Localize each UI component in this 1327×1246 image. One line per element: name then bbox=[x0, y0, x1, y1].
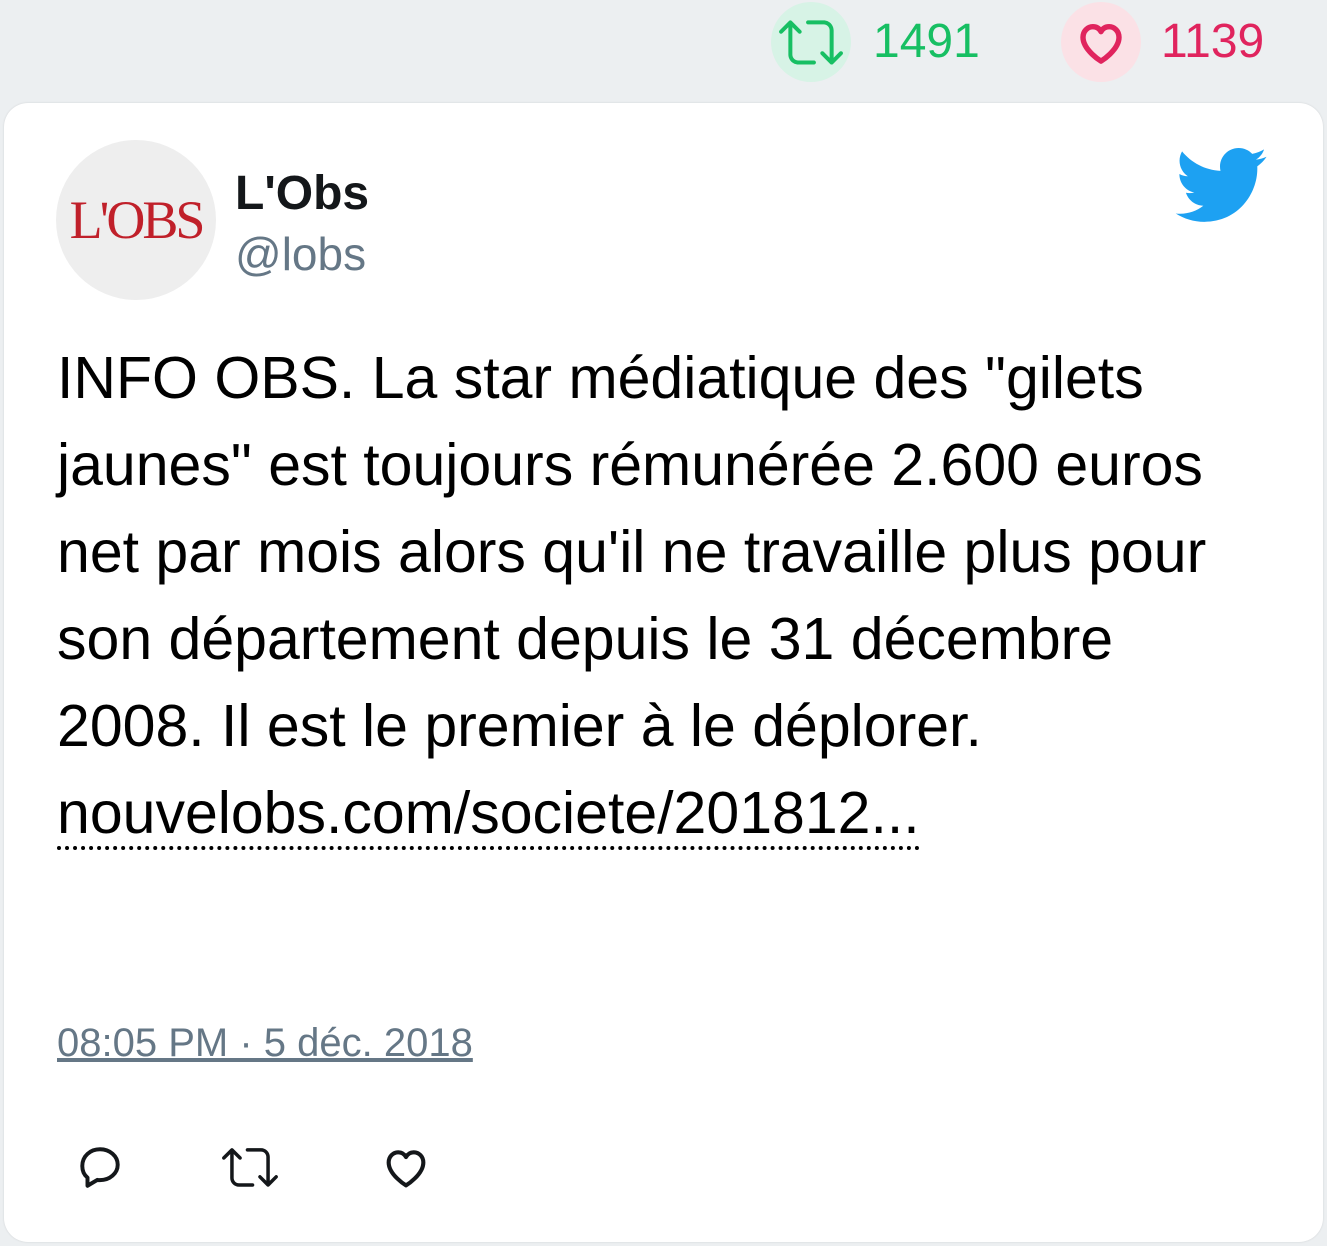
tweet-link[interactable]: nouvelobs.com/societe/201812... bbox=[57, 780, 920, 850]
avatar-logo: L'OBS bbox=[69, 190, 206, 250]
author-name[interactable]: L'Obs bbox=[235, 167, 369, 221]
heart-icon bbox=[386, 1150, 426, 1188]
author-handle[interactable]: @lobs bbox=[235, 227, 366, 281]
tweet-body: INFO OBS. La star médiatique des "gilets… bbox=[57, 335, 1257, 857]
retweet-button[interactable] bbox=[222, 1139, 278, 1195]
retweet-count: 1491 bbox=[873, 15, 980, 68]
retweet-icon bbox=[222, 1148, 278, 1187]
avatar[interactable]: L'OBS bbox=[56, 140, 216, 300]
retweet-count-icon bbox=[771, 2, 851, 82]
reply-button[interactable] bbox=[72, 1139, 128, 1195]
tweet-text: INFO OBS. La star médiatique des "gilets… bbox=[57, 345, 1207, 759]
tweet-card: L'OBS L'Obs @lobs INFO OBS. La star médi… bbox=[4, 103, 1323, 1242]
twitter-bird-icon[interactable] bbox=[1172, 145, 1268, 225]
like-count: 1139 bbox=[1161, 15, 1265, 68]
tweet-timestamp[interactable]: 08:05 PM · 5 déc. 2018 bbox=[57, 1019, 473, 1067]
like-count-icon bbox=[1061, 2, 1141, 82]
like-button[interactable] bbox=[378, 1139, 434, 1195]
tweet-stats-bar: 1491 1139 bbox=[0, 0, 1327, 100]
reply-icon bbox=[80, 1147, 120, 1188]
